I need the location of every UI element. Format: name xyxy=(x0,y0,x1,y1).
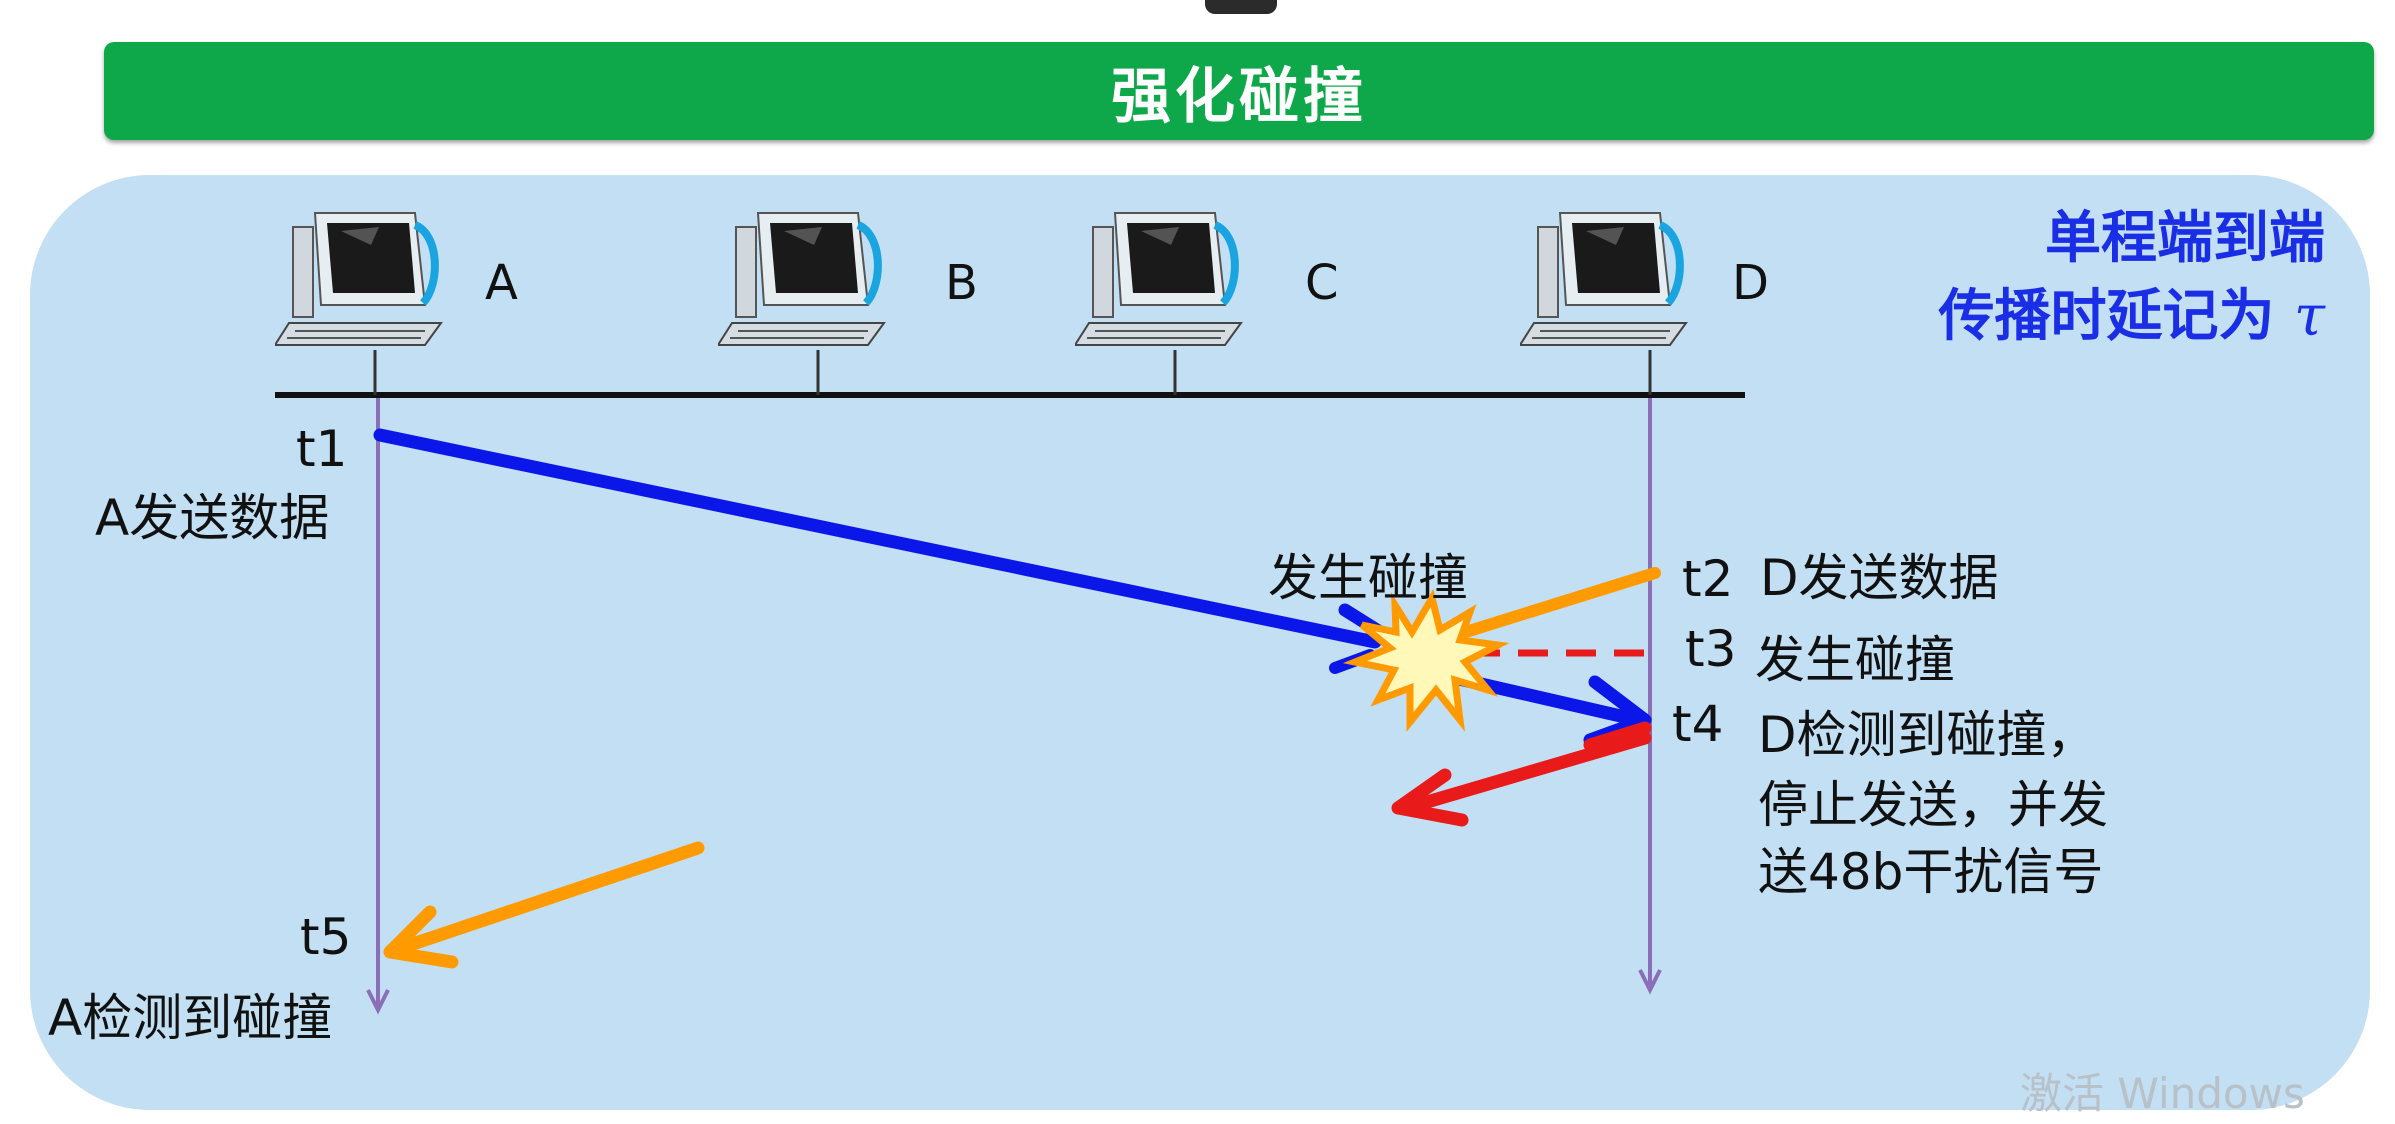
event-t5-text: A检测到碰撞 xyxy=(48,989,333,1047)
event-t3-time: t3 xyxy=(1685,620,1737,678)
event-t3-text: 发生碰撞 xyxy=(1755,631,1955,689)
event-t4-line1: D检测到碰撞， xyxy=(1758,706,2097,764)
signal-d-segment xyxy=(1434,567,1661,646)
signal-d-to-a xyxy=(388,841,705,957)
collision-timing-diagram xyxy=(275,350,1745,1015)
bus-taps xyxy=(373,350,1652,395)
signal-a-segment1 xyxy=(373,428,1382,649)
event-t5-time: t5 xyxy=(300,908,352,966)
collision-mid-label: 发生碰撞 xyxy=(1268,549,1468,607)
event-t4-line2: 停止发送，并发 xyxy=(1758,776,2108,834)
event-t1-text: A发送数据 xyxy=(95,489,330,547)
event-t4-time: t4 xyxy=(1672,695,1724,753)
event-t1-time: t1 xyxy=(296,420,348,478)
collision-burst-icon xyxy=(1342,588,1510,732)
windows-watermark: 激活 Windows xyxy=(2020,1069,2305,1118)
event-t4-line3: 送48b干扰信号 xyxy=(1758,843,2104,901)
event-t2-time: t2 xyxy=(1682,550,1734,608)
event-t2-text: D发送数据 xyxy=(1760,549,1999,607)
